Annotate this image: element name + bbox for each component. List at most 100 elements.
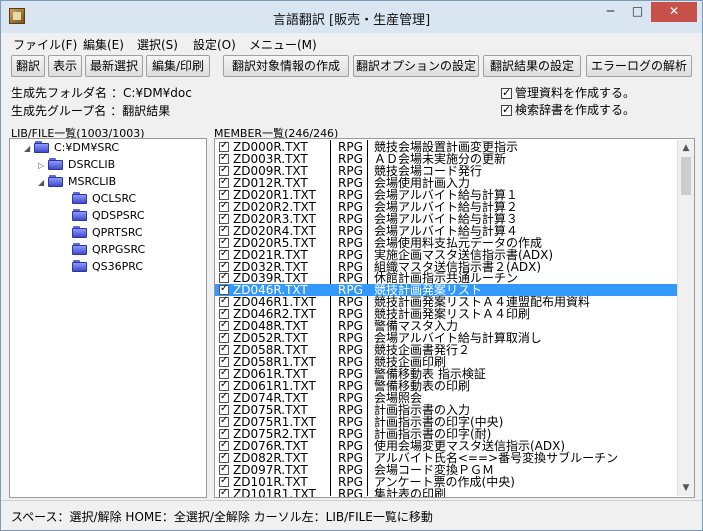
tree-node-qprtsrc[interactable]: QPRTSRC	[62, 225, 143, 241]
checkbox-checked-icon[interactable]	[219, 475, 229, 487]
member-list[interactable]: ZD000R.TXTRPG競技会場設置計画変更指示ZD003R.TXTRPGＡＤ…	[214, 138, 695, 498]
menu-edit[interactable]: 編集(E)	[83, 36, 124, 53]
folder-icon	[72, 209, 88, 221]
checkbox-checked-icon[interactable]	[219, 236, 229, 248]
latest-select-button[interactable]: 最新選択	[85, 55, 143, 77]
checkbox-checked-icon[interactable]	[219, 140, 229, 152]
edit-print-button[interactable]: 編集/印刷	[146, 55, 210, 77]
expanded-arrow-icon[interactable]: ◢	[38, 175, 48, 191]
member-row[interactable]: ZD021R.TXT RPG 実施企画マスタ送信指示書(ADX)	[215, 247, 677, 262]
member-row[interactable]: ZD075R2.TXT RPG 計画指示書の印字(耐)	[215, 426, 677, 441]
folder-icon	[34, 141, 50, 153]
tree-node-qrpgsrc[interactable]: QRPGSRC	[62, 242, 145, 258]
member-type: RPG	[338, 187, 363, 202]
checkbox-checked-icon[interactable]	[219, 188, 229, 200]
menu-file[interactable]: ファイル(F)	[13, 36, 77, 53]
member-name: ZD020R5.TXT	[233, 235, 316, 250]
checkbox-checked-icon[interactable]	[219, 403, 229, 415]
error-log-analysis-button[interactable]: エラーログの解析	[586, 55, 692, 77]
menu-settings[interactable]: 設定(O)	[193, 36, 236, 53]
tree-node-dsrclib[interactable]: ▷ DSRCLIB	[38, 157, 115, 173]
checkbox-checked-icon[interactable]	[219, 487, 229, 497]
member-row[interactable]: ZD020R2.TXT RPG 会場アルバイト給与計算２	[215, 199, 677, 214]
scrollbar-thumb[interactable]	[681, 157, 691, 195]
member-description: 実施企画マスタ送信指示書(ADX)	[374, 247, 554, 262]
checkbox-checked-icon[interactable]	[219, 283, 229, 296]
checkbox-checked-icon[interactable]	[219, 295, 229, 308]
checkbox-checked-icon[interactable]	[219, 260, 229, 272]
checkbox-checked-icon[interactable]	[219, 463, 229, 475]
checkbox-checked-icon[interactable]	[219, 271, 229, 284]
member-type: RPG	[338, 438, 363, 453]
member-row[interactable]: ZD020R3.TXT RPG 会場アルバイト給与計算３	[215, 212, 677, 225]
folder-icon	[72, 243, 88, 255]
member-type: RPG	[338, 462, 363, 477]
minimize-button[interactable]: ─	[597, 2, 624, 22]
member-row[interactable]: ZD076R.TXT RPG 使用会場変更マスタ送信指示(ADX)	[215, 438, 677, 453]
member-list-scrollbar[interactable]: ▲ ▼	[677, 140, 694, 496]
checkbox-checked-icon[interactable]	[219, 164, 229, 176]
folder-icon	[48, 175, 64, 187]
translate-button[interactable]: 翻訳	[11, 55, 45, 77]
checkbox-checked-icon[interactable]	[219, 307, 229, 320]
tree-node-qs36prc[interactable]: QS36PRC	[62, 259, 143, 275]
member-row[interactable]: ZD082R.TXT RPG アルバイト氏名<==>番号変換サブルーチン	[215, 450, 677, 465]
checkbox-checked-icon[interactable]	[219, 415, 229, 427]
member-description: 会場アルバイト給与計算４	[374, 223, 518, 238]
expanded-arrow-icon[interactable]: ◢	[24, 141, 34, 157]
collapsed-arrow-icon[interactable]: ▷	[38, 158, 48, 174]
app-window: 言語翻訳 [販売・生産管理] ─ □ ✕ ファイル(F) 編集(E) 選択(S)…	[0, 0, 703, 531]
create-target-info-button[interactable]: 翻訳対象情報の作成	[223, 55, 349, 77]
tree-node-msrclib[interactable]: ◢ MSRCLIB	[38, 174, 116, 190]
member-type: RPG	[338, 247, 363, 262]
checkbox-checked-icon[interactable]	[219, 319, 229, 332]
member-description: 使用会場変更マスタ送信指示(ADX)	[374, 438, 566, 453]
member-type: RPG	[338, 199, 363, 214]
checkbox-checked-icon[interactable]	[219, 224, 229, 236]
checkbox-checked-icon[interactable]	[219, 200, 229, 212]
checkbox-checked-icon[interactable]	[219, 331, 229, 344]
member-description: 計画指示書の印字(耐)	[374, 426, 492, 441]
scroll-up-icon[interactable]: ▲	[678, 140, 694, 156]
tree-node-qclsrc[interactable]: QCLSRC	[62, 191, 136, 207]
translation-options-button[interactable]: 翻訳オプションの設定	[353, 55, 479, 77]
member-name: ZD076R.TXT	[233, 438, 308, 453]
member-row[interactable]: ZD101R1.TXT RPG 集計表の印刷	[215, 487, 677, 497]
checkbox-checked-icon[interactable]	[219, 176, 229, 188]
member-row[interactable]: ZD020R5.TXT RPG 会場使用料支払元データの作成	[215, 235, 677, 250]
checkbox-checked-icon[interactable]	[219, 367, 229, 380]
member-description: 会場アルバイト給与計算２	[374, 199, 518, 214]
checkbox-checked-icon[interactable]	[219, 248, 229, 260]
member-row[interactable]: ZD097R.TXT RPG 会場コード変換ＰＧＭ	[215, 462, 677, 477]
checkbox-checked-icon[interactable]	[219, 343, 229, 356]
checkbox-checked-icon[interactable]	[219, 427, 229, 439]
status-bar: スペース：選択/解除 HOME：全選択/全解除 カーソル左：LIB/FILE一覧…	[1, 500, 702, 531]
checkbox-checked-icon[interactable]	[219, 439, 229, 451]
create-search-dict-checkbox[interactable]: 検索辞書を作成する。	[501, 101, 635, 118]
menu-select[interactable]: 選択(S)	[137, 36, 178, 53]
menu-menu[interactable]: メニュー(M)	[249, 36, 317, 53]
checkbox-checked-icon[interactable]	[219, 391, 229, 403]
create-admin-docs-checkbox[interactable]: 管理資料を作成する。	[501, 84, 635, 101]
checkbox-checked-icon[interactable]	[219, 152, 229, 164]
checkbox-checked-icon[interactable]	[501, 86, 512, 99]
tree-node-root[interactable]: ◢ C:¥DM¥SRC	[24, 140, 119, 156]
checkbox-checked-icon[interactable]	[219, 451, 229, 463]
member-row[interactable]: ZD020R4.TXT RPG 会場アルバイト給与計算４	[215, 223, 677, 238]
member-description: アルバイト氏名<==>番号変換サブルーチン	[374, 450, 619, 465]
close-button[interactable]: ✕	[651, 2, 697, 22]
tree-node-qdspsrc[interactable]: QDSPSRC	[62, 208, 145, 224]
checkbox-checked-icon[interactable]	[219, 212, 229, 224]
display-button[interactable]: 表示	[48, 55, 82, 77]
maximize-button[interactable]: □	[624, 2, 651, 22]
checkbox-checked-icon[interactable]	[219, 355, 229, 368]
libfile-tree[interactable]: ◢ C:¥DM¥SRC ▷ DSRCLIB ◢ MSRCLIB QCLSRC QDSP…	[9, 138, 207, 498]
member-row[interactable]: ZD101R.TXT RPG アンケート票の作成(中央)	[215, 475, 677, 488]
checkbox-checked-icon[interactable]	[219, 379, 229, 391]
member-row[interactable]: ZD020R1.TXT RPG 会場アルバイト給与計算１	[215, 187, 677, 202]
title-bar[interactable]: 言語翻訳 [販売・生産管理] ─ □ ✕	[1, 1, 702, 33]
member-name: ZD021R.TXT	[233, 247, 308, 262]
scroll-down-icon[interactable]: ▼	[678, 480, 694, 496]
checkbox-checked-icon[interactable]	[501, 103, 512, 116]
translation-result-settings-button[interactable]: 翻訳結果の設定	[483, 55, 581, 77]
